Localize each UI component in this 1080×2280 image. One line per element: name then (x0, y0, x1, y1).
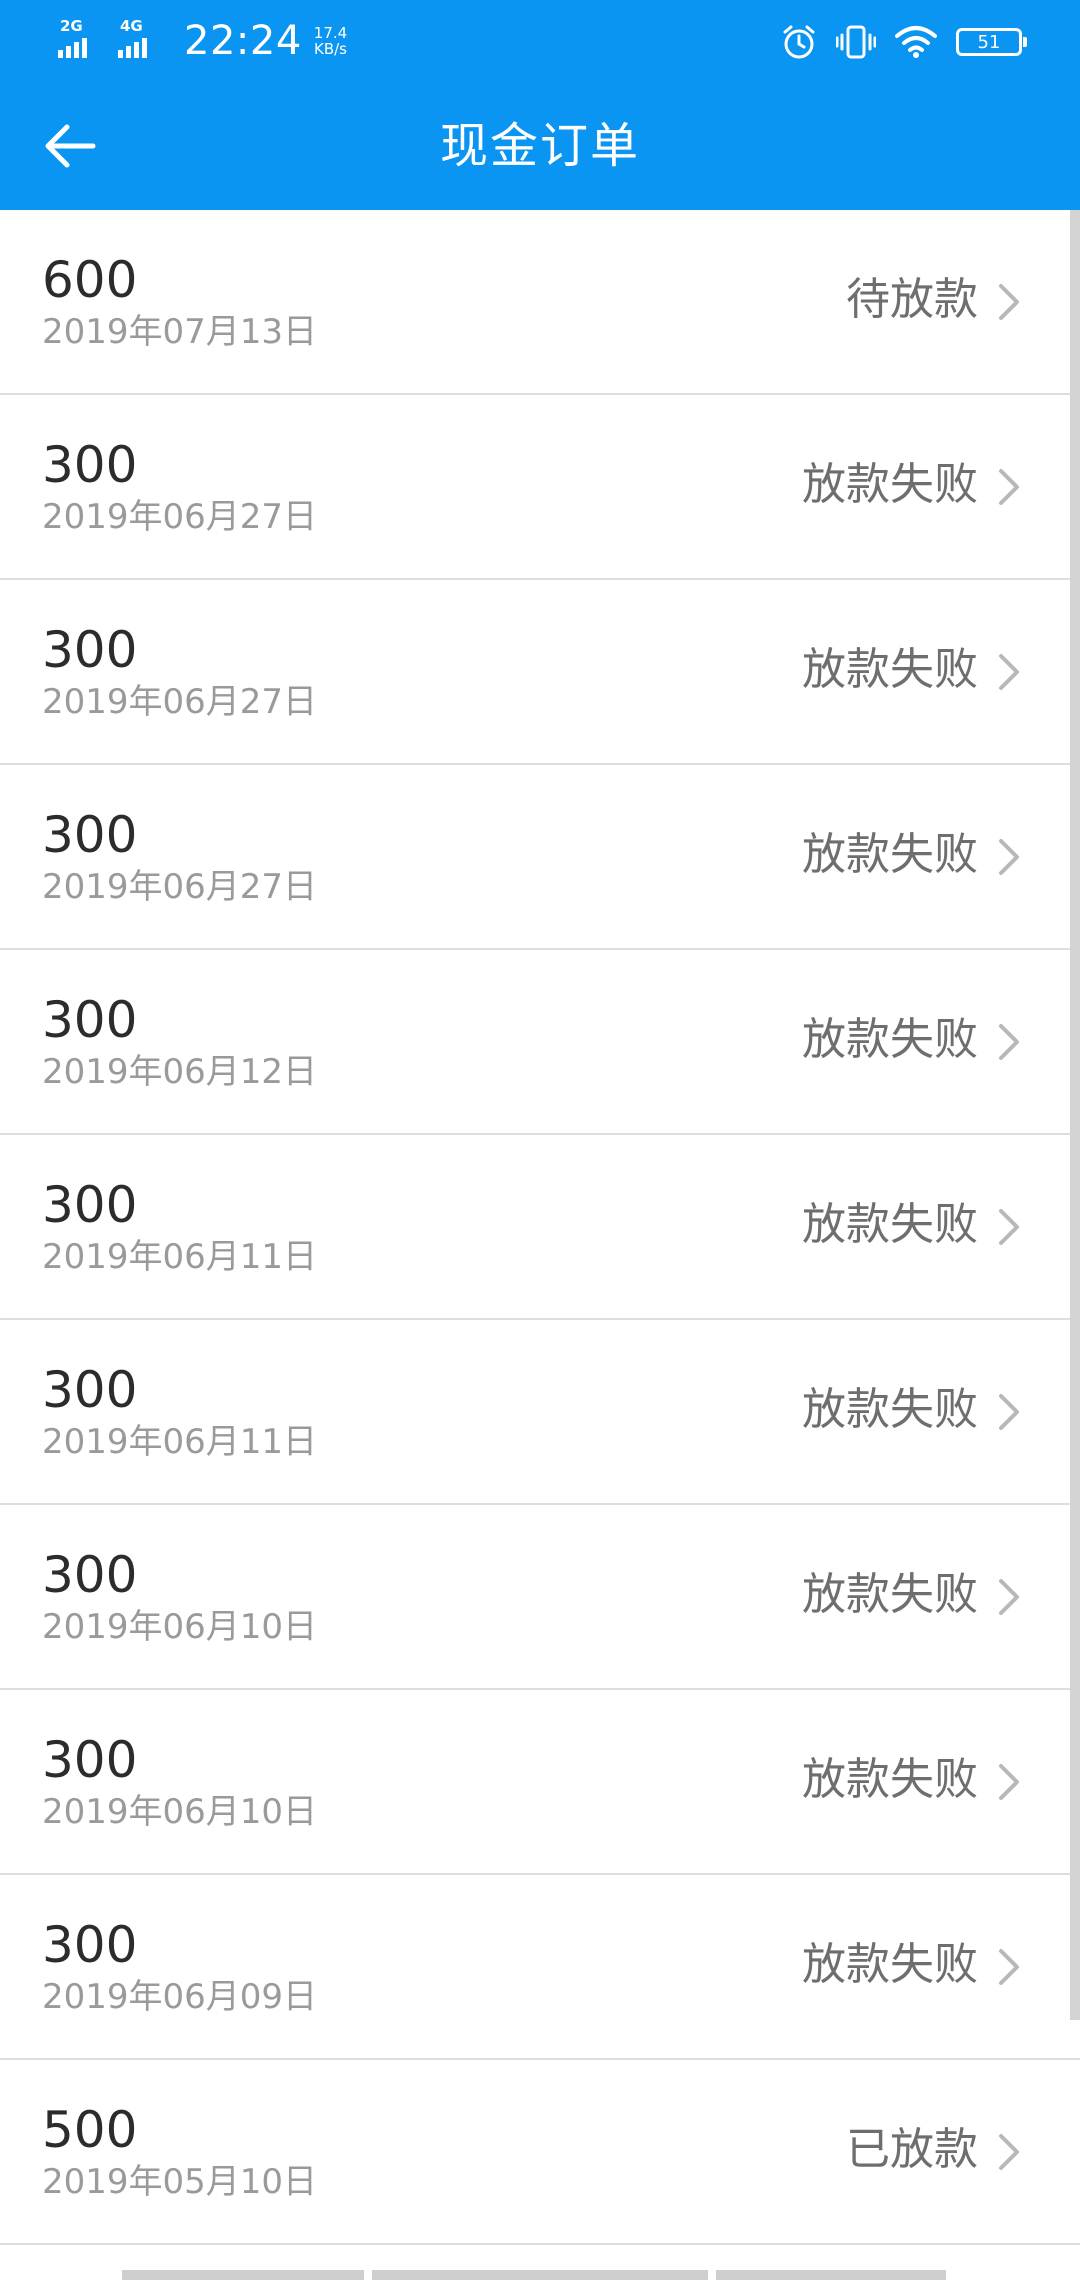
order-date: 2019年06月27日 (42, 867, 318, 907)
order-status: 放款失败 (802, 459, 978, 510)
order-amount: 300 (42, 1361, 138, 1419)
page-title: 现金订单 (439, 118, 640, 174)
sim2-signal-icon: 4G (118, 18, 164, 64)
order-amount: 500 (42, 2101, 138, 2159)
battery-level: 51 (977, 31, 1001, 53)
order-amount: 300 (42, 1176, 138, 1234)
order-row[interactable]: 300 2019年06月27日 放款失败 (0, 765, 1080, 950)
chevron-right-icon (999, 1579, 1019, 1615)
order-status: 待放款 (846, 274, 978, 325)
chevron-right-icon (999, 1024, 1019, 1060)
chevron-right-icon (999, 1394, 1019, 1430)
chevron-right-icon (999, 1209, 1019, 1245)
bottom-edge-bars (0, 2270, 1080, 2280)
order-date: 2019年06月09日 (42, 1977, 318, 2017)
scrollbar[interactable] (1070, 210, 1080, 2020)
chevron-right-icon (999, 2134, 1019, 2170)
order-row[interactable]: 300 2019年06月11日 放款失败 (0, 1135, 1080, 1320)
order-row[interactable]: 500 2019年05月10日 已放款 (0, 2060, 1080, 2245)
chevron-right-icon (999, 1764, 1019, 1800)
order-amount: 300 (42, 991, 138, 1049)
order-status: 放款失败 (802, 829, 978, 880)
order-amount: 300 (42, 1546, 138, 1604)
sim2-network-label: 4G (120, 17, 143, 35)
order-date: 2019年06月11日 (42, 1422, 318, 1462)
order-status: 放款失败 (802, 1569, 978, 1620)
status-bar-right: 51 (780, 20, 1027, 64)
order-amount: 300 (42, 1731, 138, 1789)
sim1-signal-icon: 2G (58, 18, 104, 64)
order-status: 放款失败 (802, 1014, 978, 1065)
order-row[interactable]: 300 2019年06月11日 放款失败 (0, 1320, 1080, 1505)
order-row[interactable]: 600 2019年07月13日 待放款 (0, 210, 1080, 395)
chevron-right-icon (999, 1949, 1019, 1985)
order-status: 放款失败 (802, 1199, 978, 1250)
wifi-icon (894, 24, 938, 60)
order-status: 放款失败 (802, 1384, 978, 1435)
order-date: 2019年06月11日 (42, 1237, 318, 1277)
alarm-icon (780, 23, 818, 61)
order-date: 2019年06月27日 (42, 682, 318, 722)
network-speed-value: 17.4 (313, 24, 348, 42)
sim1-network-label: 2G (60, 17, 83, 35)
status-bar: 2G 4G 22:24 17.4 KB/s 51 (0, 0, 1080, 82)
clock: 22:24 (184, 18, 302, 64)
app-bar: 现金订单 (0, 82, 1080, 210)
order-row[interactable]: 300 2019年06月27日 放款失败 (0, 395, 1080, 580)
order-amount: 300 (42, 436, 138, 494)
order-row[interactable]: 300 2019年06月12日 放款失败 (0, 950, 1080, 1135)
order-date: 2019年06月10日 (42, 1607, 318, 1647)
order-row[interactable]: 300 2019年06月09日 放款失败 (0, 1875, 1080, 2060)
order-amount: 600 (42, 251, 138, 309)
order-status: 放款失败 (802, 644, 978, 695)
status-bar-left: 2G 4G 22:24 17.4 KB/s (58, 18, 347, 64)
order-row[interactable]: 300 2019年06月10日 放款失败 (0, 1690, 1080, 1875)
order-status: 放款失败 (802, 1754, 978, 1805)
order-amount: 300 (42, 621, 138, 679)
order-date: 2019年06月12日 (42, 1052, 318, 1092)
order-date: 2019年05月10日 (42, 2162, 318, 2202)
order-amount: 300 (42, 806, 138, 864)
order-status: 放款失败 (802, 1939, 978, 1990)
chevron-right-icon (999, 469, 1019, 505)
order-row[interactable]: 300 2019年06月10日 放款失败 (0, 1505, 1080, 1690)
order-list[interactable]: 600 2019年07月13日 待放款 300 2019年06月27日 放款失败… (0, 210, 1080, 2280)
order-amount: 300 (42, 1916, 138, 1974)
vibrate-icon (836, 23, 876, 61)
order-status: 已放款 (846, 2124, 978, 2175)
chevron-right-icon (999, 654, 1019, 690)
order-row[interactable]: 300 2019年06月27日 放款失败 (0, 580, 1080, 765)
order-date: 2019年06月10日 (42, 1792, 318, 1832)
chevron-right-icon (999, 839, 1019, 875)
network-speed-unit: KB/s (313, 40, 347, 58)
network-speed: 17.4 KB/s (314, 25, 347, 57)
order-date: 2019年06月27日 (42, 497, 318, 537)
chevron-right-icon (999, 284, 1019, 320)
order-date: 2019年07月13日 (42, 312, 318, 352)
battery-icon: 51 (956, 28, 1027, 56)
